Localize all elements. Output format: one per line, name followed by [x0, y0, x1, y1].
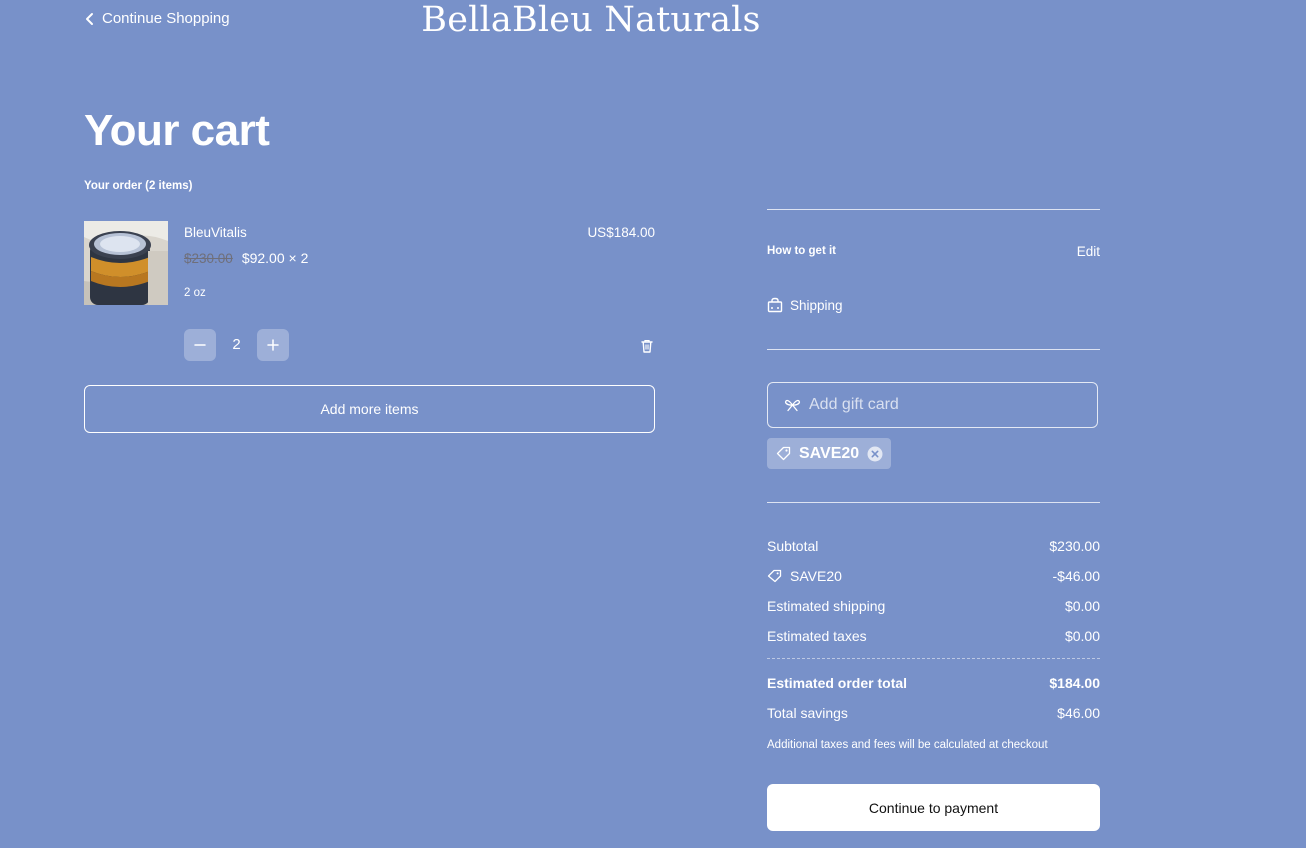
gift-icon [784, 399, 801, 412]
promo-code-label: SAVE20 [799, 444, 860, 462]
divider [767, 349, 1100, 350]
shipping-value: $0.00 [1064, 598, 1100, 614]
item-variant: 2 oz [184, 287, 206, 299]
product-thumbnail[interactable] [84, 221, 168, 305]
fulfillment-label: How to get it [767, 245, 836, 257]
order-total-row: Estimated order total $184.00 [767, 675, 1100, 691]
shipping-row: Estimated shipping $0.00 [767, 598, 1100, 614]
item-line-total: US$184.00 [587, 225, 655, 240]
page-title: Your cart [84, 106, 270, 155]
decrease-quantity-button[interactable] [184, 329, 216, 361]
continue-to-payment-button[interactable]: Continue to payment [767, 784, 1100, 831]
subtotal-label: Subtotal [767, 538, 819, 554]
tax-note: Additional taxes and fees will be calcul… [767, 739, 1048, 751]
discount-row: SAVE20 -$46.00 [767, 568, 1100, 584]
gift-card-input[interactable] [809, 396, 1079, 414]
tag-icon [776, 446, 791, 461]
gift-card-field[interactable] [767, 382, 1098, 428]
subtotal-row: Subtotal $230.00 [767, 538, 1100, 554]
close-circle-icon[interactable] [867, 446, 883, 462]
minus-icon [194, 344, 206, 346]
shipping-label: Estimated shipping [767, 598, 886, 614]
brand-logo[interactable]: BellaBleu Naturals [0, 0, 1306, 40]
quantity-value: 2 [232, 336, 241, 353]
trash-icon[interactable] [639, 338, 655, 354]
dashed-divider [767, 658, 1100, 659]
order-total-label: Estimated order total [767, 675, 908, 691]
taxes-value: $0.00 [1064, 628, 1100, 644]
item-unit-price: $92.00 × 2 [241, 250, 309, 266]
shipping-method-label: Shipping [790, 297, 843, 313]
discount-label: SAVE20 [790, 568, 842, 584]
item-prices: $230.00 $92.00 × 2 [184, 250, 308, 266]
add-more-items-button[interactable]: Add more items [84, 385, 655, 433]
savings-label: Total savings [767, 705, 848, 721]
shipping-method: Shipping [767, 297, 843, 313]
brand-name: BellaBleu Naturals [421, 0, 761, 40]
savings-row: Total savings $46.00 [767, 705, 1100, 721]
order-count: Your order (2 items) [84, 180, 193, 192]
subtotal-value: $230.00 [1049, 538, 1100, 554]
savings-value: $46.00 [1057, 705, 1100, 721]
order-total-value: $184.00 [1049, 675, 1100, 691]
discount-value: -$46.00 [1052, 568, 1100, 584]
product-jar-image [84, 221, 168, 305]
increase-quantity-button[interactable] [257, 329, 289, 361]
promo-code-chip: SAVE20 [767, 438, 892, 469]
taxes-row: Estimated taxes $0.00 [767, 628, 1100, 644]
item-name[interactable]: BleuVitalis [184, 225, 247, 240]
item-original-price: $230.00 [184, 251, 233, 266]
divider [767, 502, 1100, 503]
tag-icon [767, 569, 782, 583]
divider [767, 209, 1100, 210]
taxes-label: Estimated taxes [767, 628, 867, 644]
plus-icon [267, 339, 279, 351]
edit-fulfillment-link[interactable]: Edit [1077, 244, 1100, 259]
shipping-box-icon [767, 297, 783, 313]
